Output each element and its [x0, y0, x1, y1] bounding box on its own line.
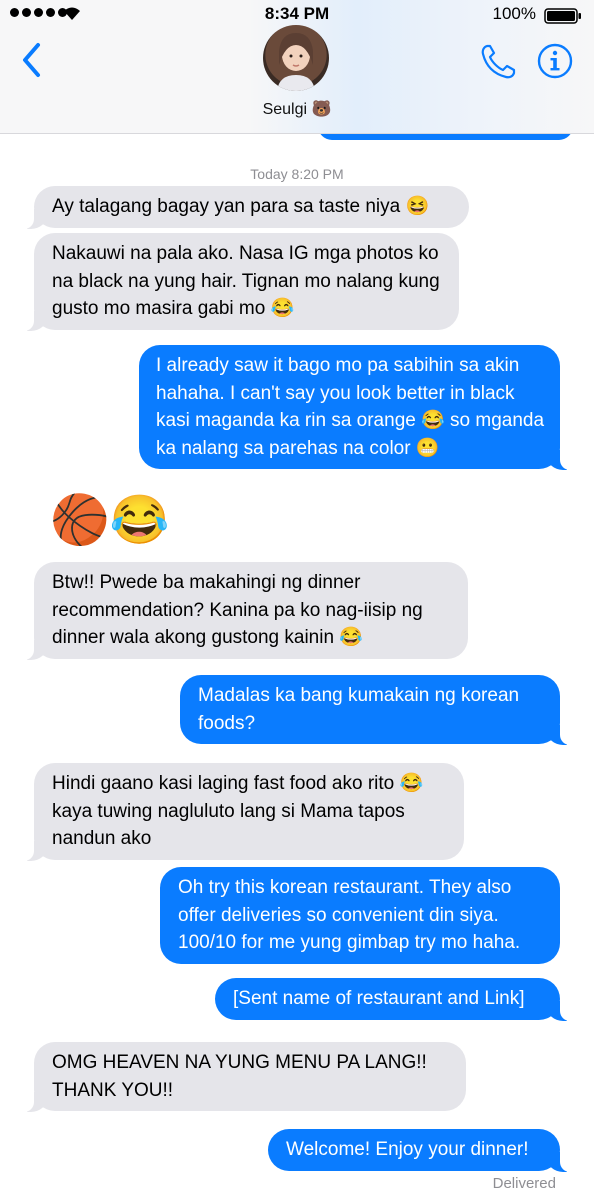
message-text: [Sent name of restaurant and Link]	[233, 988, 525, 1009]
status-bar: 8:34 PM 100%	[0, 0, 594, 30]
received-message[interactable]: Nakauwi na pala ako. Nasa IG mga photos …	[24, 233, 459, 330]
received-message[interactable]: Btw!! Pwede ba makahingi ng dinner recom…	[24, 562, 468, 659]
message-text: Ay talagang bagay yan para sa taste niya…	[52, 196, 430, 217]
received-message[interactable]: OMG HEAVEN NA YUNG MENU PA LANG!! THANK …	[24, 1042, 466, 1112]
message-text: Nakauwi na pala ako. Nasa IG mga photos …	[52, 243, 440, 319]
sent-message[interactable]: Oh try this korean restaurant. They also…	[160, 867, 560, 964]
message-text: Oh try this korean restaurant. They also…	[178, 877, 521, 953]
sent-message[interactable]: [Sent name of restaurant and Link]	[215, 978, 570, 1020]
contact-avatar[interactable]	[263, 25, 329, 91]
message-text: OMG HEAVEN NA YUNG MENU PA LANG!! THANK …	[52, 1052, 427, 1101]
message-text: Welcome! Enjoy your dinner!	[286, 1139, 529, 1160]
sent-message[interactable]: Madalas ka bang kumakain ng korean foods…	[180, 675, 570, 745]
message-text: I already saw it bago mo pa sabihin sa a…	[156, 355, 545, 459]
delivered-status: Delivered	[492, 1175, 556, 1192]
avatar-portrait-icon	[277, 33, 315, 91]
received-message[interactable]: Ay talagang bagay yan para sa taste niya…	[24, 186, 469, 228]
message-text: Hindi gaano kasi laging fast food ako ri…	[52, 773, 424, 849]
thread-timestamp: Today 8:20 PM	[250, 166, 344, 182]
battery-percentage: 100%	[492, 4, 536, 23]
received-message[interactable]: Hindi gaano kasi laging fast food ako ri…	[24, 763, 464, 860]
message-text: Btw!! Pwede ba makahingi ng dinner recom…	[52, 572, 423, 648]
battery-icon	[544, 8, 581, 24]
back-chevron-icon[interactable]	[18, 40, 46, 80]
phone-icon[interactable]	[478, 42, 518, 82]
contact-name[interactable]: Seulgi 🐻	[0, 99, 594, 119]
sent-message[interactable]: Welcome! Enjoy your dinner!	[268, 1129, 570, 1171]
emoji-message[interactable]: 🏀😂	[50, 493, 170, 549]
sent-message[interactable]: I already saw it bago mo pa sabihin sa a…	[139, 345, 570, 470]
info-icon[interactable]	[536, 42, 574, 80]
message-text: Madalas ka bang kumakain ng korean foods…	[198, 685, 520, 734]
